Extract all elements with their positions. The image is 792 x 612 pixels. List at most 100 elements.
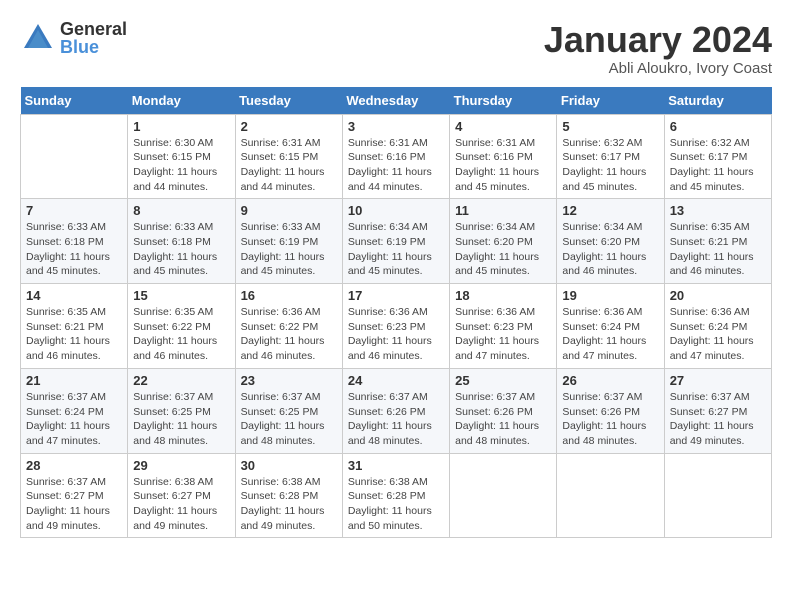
page-header: General Blue January 2024 Abli Aloukro, … <box>20 20 772 77</box>
calendar-cell: 27Sunrise: 6:37 AM Sunset: 6:27 PM Dayli… <box>664 368 771 453</box>
calendar-cell: 28 Sunrise: 6:37 AM Sunset: 6:27 PM Dayli… <box>21 453 128 538</box>
calendar-cell: 23 Sunrise: 6:37 AM Sunset: 6:25 PM Dayli… <box>235 368 342 453</box>
calendar-cell: 15 Sunrise: 6:35 AM Sunset: 6:22 PM Dayli… <box>128 284 235 369</box>
calendar-cell: 30Sunrise: 6:38 AM Sunset: 6:28 PM Dayli… <box>235 453 342 538</box>
day-number: 8 <box>133 203 229 218</box>
calendar-cell: 6 Sunrise: 6:32 AM Sunset: 6:17 PM Daylig… <box>664 114 771 199</box>
day-info: Sunrise: 6:36 AM Sunset: 6:23 PM Dayligh… <box>348 305 444 364</box>
day-number: 3 <box>348 119 444 134</box>
day-info: Sunrise: 6:36 AM Sunset: 6:24 PM Dayligh… <box>562 305 658 364</box>
day-number: 9 <box>241 203 337 218</box>
calendar-table: SundayMondayTuesdayWednesdayThursdayFrid… <box>20 87 772 539</box>
calendar-cell: 12 Sunrise: 6:34 AM Sunset: 6:20 PM Dayli… <box>557 199 664 284</box>
day-header-tuesday: Tuesday <box>235 87 342 115</box>
day-info: Sunrise: 6:31 AM Sunset: 6:15 PM Dayligh… <box>241 136 337 195</box>
day-info: Sunrise: 6:37 AM Sunset: 6:27 PM Dayligh… <box>26 475 122 534</box>
day-number: 6 <box>670 119 766 134</box>
day-header-wednesday: Wednesday <box>342 87 449 115</box>
calendar-cell: 2 Sunrise: 6:31 AM Sunset: 6:15 PM Daylig… <box>235 114 342 199</box>
day-info: Sunrise: 6:37 AM Sunset: 6:25 PM Dayligh… <box>133 390 229 449</box>
calendar-cell: 14 Sunrise: 6:35 AM Sunset: 6:21 PM Dayli… <box>21 284 128 369</box>
day-info: Sunrise: 6:35 AM Sunset: 6:22 PM Dayligh… <box>133 305 229 364</box>
day-info: Sunrise: 6:38 AM Sunset: 6:28 PM Dayligh… <box>241 475 337 534</box>
day-info: Sunrise: 6:36 AM Sunset: 6:23 PM Dayligh… <box>455 305 551 364</box>
calendar-cell: 19 Sunrise: 6:36 AM Sunset: 6:24 PM Dayli… <box>557 284 664 369</box>
day-number: 20 <box>670 288 766 303</box>
calendar-cell: 20 Sunrise: 6:36 AM Sunset: 6:24 PM Dayli… <box>664 284 771 369</box>
logo-text: General Blue <box>60 20 127 56</box>
calendar-title: January 2024 <box>544 20 772 60</box>
day-info: Sunrise: 6:34 AM Sunset: 6:19 PM Dayligh… <box>348 220 444 279</box>
day-header-thursday: Thursday <box>450 87 557 115</box>
calendar-week-row: 14 Sunrise: 6:35 AM Sunset: 6:21 PM Dayli… <box>21 284 772 369</box>
day-number: 25 <box>455 373 551 388</box>
calendar-cell: 24 Sunrise: 6:37 AM Sunset: 6:26 PM Dayli… <box>342 368 449 453</box>
day-info: Sunrise: 6:32 AM Sunset: 6:17 PM Dayligh… <box>670 136 766 195</box>
day-info: Sunrise: 6:37 AM Sunset: 6:25 PM Dayligh… <box>241 390 337 449</box>
day-info: Sunrise: 6:31 AM Sunset: 6:16 PM Dayligh… <box>455 136 551 195</box>
calendar-cell: 9Sunrise: 6:33 AM Sunset: 6:19 PM Daylig… <box>235 199 342 284</box>
day-number: 18 <box>455 288 551 303</box>
calendar-cell: 11 Sunrise: 6:34 AM Sunset: 6:20 PM Dayli… <box>450 199 557 284</box>
day-number: 1 <box>133 119 229 134</box>
day-info: Sunrise: 6:35 AM Sunset: 6:21 PM Dayligh… <box>670 220 766 279</box>
day-info: Sunrise: 6:34 AM Sunset: 6:20 PM Dayligh… <box>562 220 658 279</box>
logo-icon <box>20 20 56 56</box>
day-number: 19 <box>562 288 658 303</box>
calendar-cell: 8Sunrise: 6:33 AM Sunset: 6:18 PM Daylig… <box>128 199 235 284</box>
logo-blue: Blue <box>60 38 127 56</box>
day-info: Sunrise: 6:36 AM Sunset: 6:24 PM Dayligh… <box>670 305 766 364</box>
calendar-cell: 4Sunrise: 6:31 AM Sunset: 6:16 PM Daylig… <box>450 114 557 199</box>
calendar-cell: 29 Sunrise: 6:38 AM Sunset: 6:27 PM Dayli… <box>128 453 235 538</box>
day-number: 22 <box>133 373 229 388</box>
day-number: 17 <box>348 288 444 303</box>
day-number: 7 <box>26 203 122 218</box>
day-number: 23 <box>241 373 337 388</box>
calendar-cell: 31 Sunrise: 6:38 AM Sunset: 6:28 PM Dayli… <box>342 453 449 538</box>
day-info: Sunrise: 6:37 AM Sunset: 6:26 PM Dayligh… <box>348 390 444 449</box>
calendar-cell: 17 Sunrise: 6:36 AM Sunset: 6:23 PM Dayli… <box>342 284 449 369</box>
day-info: Sunrise: 6:37 AM Sunset: 6:26 PM Dayligh… <box>562 390 658 449</box>
day-number: 13 <box>670 203 766 218</box>
calendar-cell: 16Sunrise: 6:36 AM Sunset: 6:22 PM Dayli… <box>235 284 342 369</box>
day-number: 21 <box>26 373 122 388</box>
calendar-cell: 21Sunrise: 6:37 AM Sunset: 6:24 PM Dayli… <box>21 368 128 453</box>
logo-general: General <box>60 20 127 38</box>
day-number: 26 <box>562 373 658 388</box>
day-number: 2 <box>241 119 337 134</box>
calendar-cell: 22 Sunrise: 6:37 AM Sunset: 6:25 PM Dayli… <box>128 368 235 453</box>
day-header-friday: Friday <box>557 87 664 115</box>
calendar-cell <box>450 453 557 538</box>
day-number: 29 <box>133 458 229 473</box>
day-info: Sunrise: 6:37 AM Sunset: 6:26 PM Dayligh… <box>455 390 551 449</box>
day-number: 14 <box>26 288 122 303</box>
day-info: Sunrise: 6:31 AM Sunset: 6:16 PM Dayligh… <box>348 136 444 195</box>
day-number: 15 <box>133 288 229 303</box>
day-number: 24 <box>348 373 444 388</box>
day-info: Sunrise: 6:32 AM Sunset: 6:17 PM Dayligh… <box>562 136 658 195</box>
day-header-sunday: Sunday <box>21 87 128 115</box>
day-info: Sunrise: 6:34 AM Sunset: 6:20 PM Dayligh… <box>455 220 551 279</box>
calendar-cell: 1 Sunrise: 6:30 AM Sunset: 6:15 PM Daylig… <box>128 114 235 199</box>
day-number: 31 <box>348 458 444 473</box>
calendar-cell: 25 Sunrise: 6:37 AM Sunset: 6:26 PM Dayli… <box>450 368 557 453</box>
day-number: 11 <box>455 203 551 218</box>
calendar-cell <box>21 114 128 199</box>
calendar-week-row: 21Sunrise: 6:37 AM Sunset: 6:24 PM Dayli… <box>21 368 772 453</box>
calendar-cell: 5 Sunrise: 6:32 AM Sunset: 6:17 PM Daylig… <box>557 114 664 199</box>
day-number: 27 <box>670 373 766 388</box>
calendar-week-row: 1 Sunrise: 6:30 AM Sunset: 6:15 PM Daylig… <box>21 114 772 199</box>
day-number: 10 <box>348 203 444 218</box>
day-info: Sunrise: 6:38 AM Sunset: 6:28 PM Dayligh… <box>348 475 444 534</box>
day-number: 12 <box>562 203 658 218</box>
calendar-week-row: 7 Sunrise: 6:33 AM Sunset: 6:18 PM Daylig… <box>21 199 772 284</box>
day-info: Sunrise: 6:30 AM Sunset: 6:15 PM Dayligh… <box>133 136 229 195</box>
day-number: 5 <box>562 119 658 134</box>
day-header-monday: Monday <box>128 87 235 115</box>
day-info: Sunrise: 6:35 AM Sunset: 6:21 PM Dayligh… <box>26 305 122 364</box>
day-info: Sunrise: 6:33 AM Sunset: 6:18 PM Dayligh… <box>26 220 122 279</box>
calendar-cell: 13 Sunrise: 6:35 AM Sunset: 6:21 PM Dayli… <box>664 199 771 284</box>
day-number: 28 <box>26 458 122 473</box>
calendar-cell <box>557 453 664 538</box>
day-info: Sunrise: 6:38 AM Sunset: 6:27 PM Dayligh… <box>133 475 229 534</box>
